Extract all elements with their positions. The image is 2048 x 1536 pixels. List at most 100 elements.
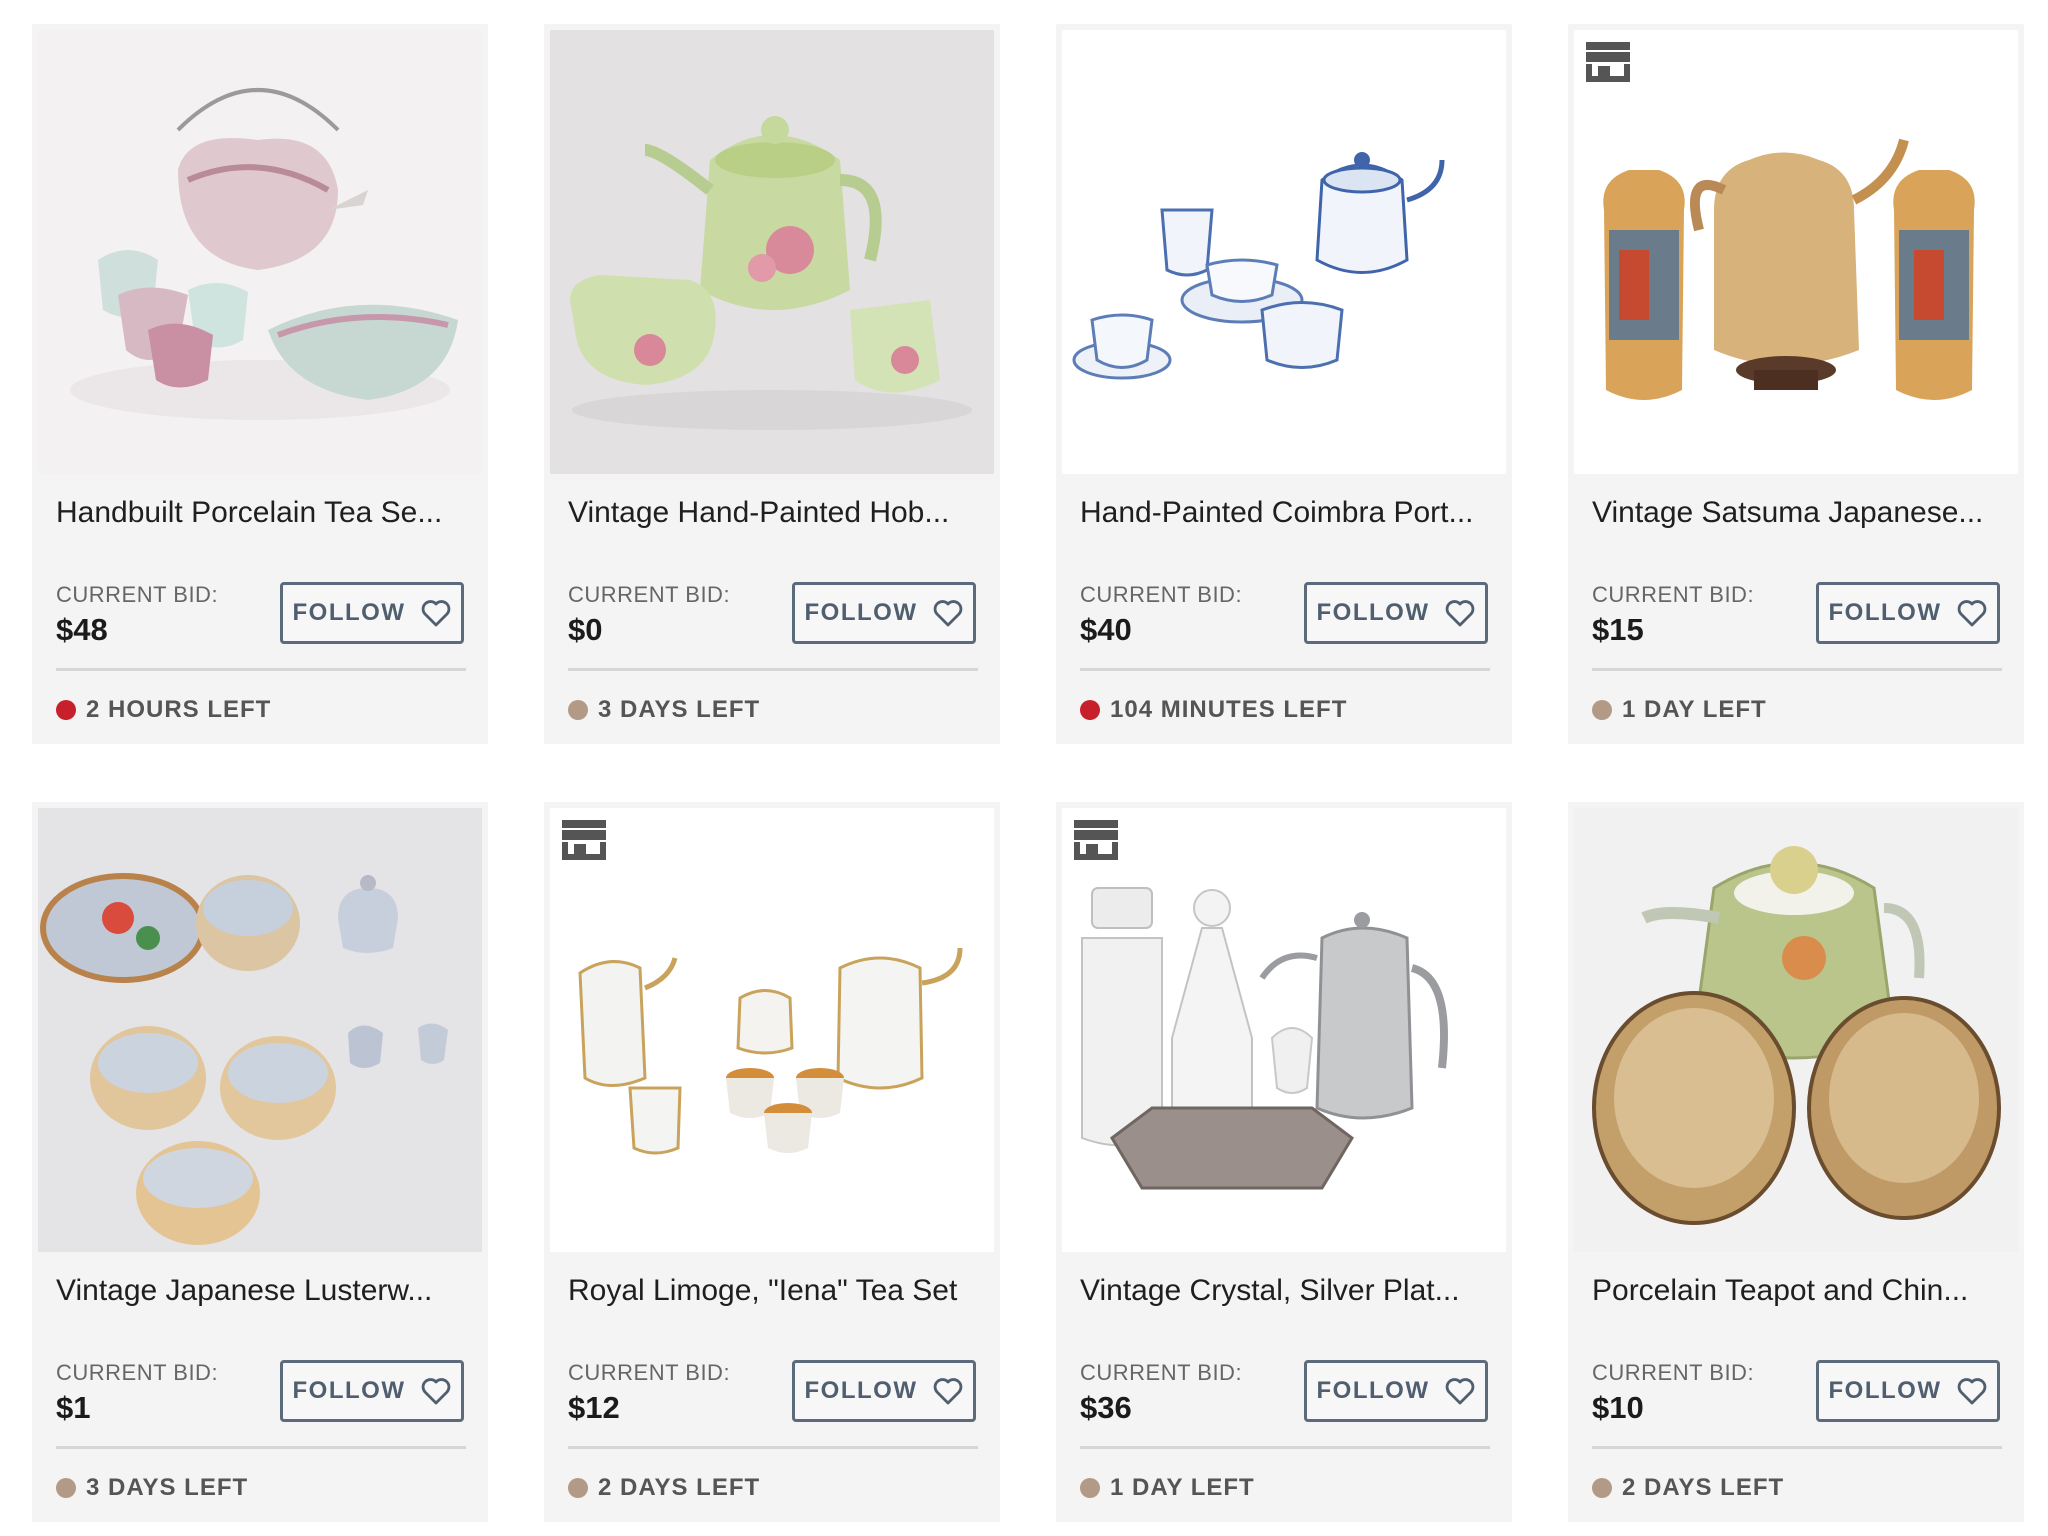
- item-image-blue-white-tea-set[interactable]: [1062, 30, 1506, 474]
- heart-icon: [934, 600, 963, 627]
- listing-grid: Handbuilt Porcelain Tea Se... CURRENT BI…: [32, 24, 2024, 1522]
- time-left-text: 2 DAYS LEFT: [598, 1474, 761, 1501]
- listing-card[interactable]: Vintage Hand-Painted Hob... CURRENT BID:…: [544, 24, 1000, 744]
- follow-button[interactable]: FOLLOW: [280, 1360, 464, 1422]
- current-bid-label: CURRENT BID:: [568, 582, 731, 607]
- urgency-dot: [568, 700, 588, 720]
- current-bid-value: $0: [568, 612, 603, 647]
- urgency-dot: [568, 1478, 588, 1498]
- store-icon: [1074, 820, 1118, 860]
- follow-button[interactable]: FOLLOW: [1304, 582, 1488, 644]
- heart-icon: [1958, 1378, 1987, 1405]
- listing-card[interactable]: Vintage Japanese Lusterw... CURRENT BID:…: [32, 802, 488, 1522]
- follow-label: FOLLOW: [804, 599, 918, 626]
- store-icon: [1586, 42, 1630, 82]
- time-left-text: 2 HOURS LEFT: [86, 696, 272, 723]
- current-bid-label: CURRENT BID:: [56, 582, 219, 607]
- time-left-text: 3 DAYS LEFT: [86, 1474, 249, 1501]
- urgency-dot: [1080, 1478, 1100, 1498]
- time-left-status: 3 DAYS LEFT: [568, 696, 760, 724]
- divider: [568, 1446, 978, 1449]
- time-left-status: 104 MINUTES LEFT: [1080, 696, 1347, 724]
- divider: [1592, 1446, 2002, 1449]
- item-title[interactable]: Vintage Satsuma Japanese...: [1592, 496, 2002, 530]
- item-image-green-rose-tea-set[interactable]: [550, 30, 994, 474]
- time-left-text: 104 MINUTES LEFT: [1110, 696, 1348, 723]
- item-title[interactable]: Royal Limoge, "Iena" Tea Set: [568, 1274, 978, 1308]
- current-bid-value: $40: [1080, 612, 1132, 647]
- divider: [56, 1446, 466, 1449]
- divider: [1080, 1446, 1490, 1449]
- current-bid-label: CURRENT BID:: [1080, 582, 1243, 607]
- time-left-text: 1 DAY LEFT: [1622, 696, 1767, 723]
- current-bid-value: $10: [1592, 1390, 1644, 1425]
- time-left-status: 2 DAYS LEFT: [568, 1474, 760, 1502]
- listing-card[interactable]: Vintage Crystal, Silver Plat... CURRENT …: [1056, 802, 1512, 1522]
- time-left-status: 1 DAY LEFT: [1080, 1474, 1255, 1502]
- follow-button[interactable]: FOLLOW: [1304, 1360, 1488, 1422]
- time-left-status: 2 DAYS LEFT: [1592, 1474, 1784, 1502]
- listing-card[interactable]: Vintage Satsuma Japanese... CURRENT BID:…: [1568, 24, 2024, 744]
- heart-icon: [934, 1378, 963, 1405]
- listing-card[interactable]: Porcelain Teapot and Chin... CURRENT BID…: [1568, 802, 2024, 1522]
- current-bid-label: CURRENT BID:: [1080, 1360, 1243, 1385]
- follow-label: FOLLOW: [1316, 1377, 1430, 1404]
- time-left-text: 2 DAYS LEFT: [1622, 1474, 1785, 1501]
- heart-icon: [1446, 1378, 1475, 1405]
- follow-label: FOLLOW: [1828, 599, 1942, 626]
- follow-label: FOLLOW: [292, 599, 406, 626]
- item-title[interactable]: Vintage Hand-Painted Hob...: [568, 496, 978, 530]
- current-bid-label: CURRENT BID:: [56, 1360, 219, 1385]
- divider: [568, 668, 978, 671]
- listing-card[interactable]: Hand-Painted Coimbra Port... CURRENT BID…: [1056, 24, 1512, 744]
- follow-label: FOLLOW: [292, 1377, 406, 1404]
- time-left-text: 3 DAYS LEFT: [598, 696, 761, 723]
- urgency-dot: [1080, 700, 1100, 720]
- current-bid-value: $1: [56, 1390, 91, 1425]
- current-bid-value: $15: [1592, 612, 1644, 647]
- item-title[interactable]: Vintage Japanese Lusterw...: [56, 1274, 466, 1308]
- current-bid-value: $36: [1080, 1390, 1132, 1425]
- store-icon: [562, 820, 606, 860]
- follow-label: FOLLOW: [1316, 599, 1430, 626]
- item-title[interactable]: Vintage Crystal, Silver Plat...: [1080, 1274, 1490, 1308]
- heart-icon: [1446, 600, 1475, 627]
- follow-button[interactable]: FOLLOW: [792, 1360, 976, 1422]
- item-image-teapot-eggs[interactable]: [1574, 808, 2018, 1252]
- current-bid-label: CURRENT BID:: [1592, 1360, 1755, 1385]
- item-title[interactable]: Hand-Painted Coimbra Port...: [1080, 496, 1490, 530]
- item-image-satsuma-vases[interactable]: [1574, 30, 2018, 474]
- urgency-dot: [56, 700, 76, 720]
- current-bid-value: $12: [568, 1390, 620, 1425]
- urgency-dot: [1592, 700, 1612, 720]
- time-left-status: 2 HOURS LEFT: [56, 696, 271, 724]
- current-bid-value: $48: [56, 612, 108, 647]
- listing-card[interactable]: Royal Limoge, "Iena" Tea Set CURRENT BID…: [544, 802, 1000, 1522]
- follow-label: FOLLOW: [804, 1377, 918, 1404]
- heart-icon: [422, 600, 451, 627]
- heart-icon: [422, 1378, 451, 1405]
- time-left-status: 1 DAY LEFT: [1592, 696, 1767, 724]
- item-image-porcelain-tea-set[interactable]: [38, 30, 482, 474]
- item-title[interactable]: Porcelain Teapot and Chin...: [1592, 1274, 2002, 1308]
- follow-button[interactable]: FOLLOW: [792, 582, 976, 644]
- time-left-text: 1 DAY LEFT: [1110, 1474, 1255, 1501]
- time-left-status: 3 DAYS LEFT: [56, 1474, 248, 1502]
- follow-button[interactable]: FOLLOW: [280, 582, 464, 644]
- divider: [56, 668, 466, 671]
- current-bid-label: CURRENT BID:: [568, 1360, 731, 1385]
- current-bid-label: CURRENT BID:: [1592, 582, 1755, 607]
- urgency-dot: [1592, 1478, 1612, 1498]
- divider: [1592, 668, 2002, 671]
- item-title[interactable]: Handbuilt Porcelain Tea Se...: [56, 496, 466, 530]
- follow-label: FOLLOW: [1828, 1377, 1942, 1404]
- item-image-limoge-tea-set[interactable]: [550, 808, 994, 1252]
- urgency-dot: [56, 1478, 76, 1498]
- follow-button[interactable]: FOLLOW: [1816, 1360, 2000, 1422]
- item-image-crystal-silver-set[interactable]: [1062, 808, 1506, 1252]
- divider: [1080, 668, 1490, 671]
- follow-button[interactable]: FOLLOW: [1816, 582, 2000, 644]
- heart-icon: [1958, 600, 1987, 627]
- listing-card[interactable]: Handbuilt Porcelain Tea Se... CURRENT BI…: [32, 24, 488, 744]
- item-image-lusterware-set[interactable]: [38, 808, 482, 1252]
